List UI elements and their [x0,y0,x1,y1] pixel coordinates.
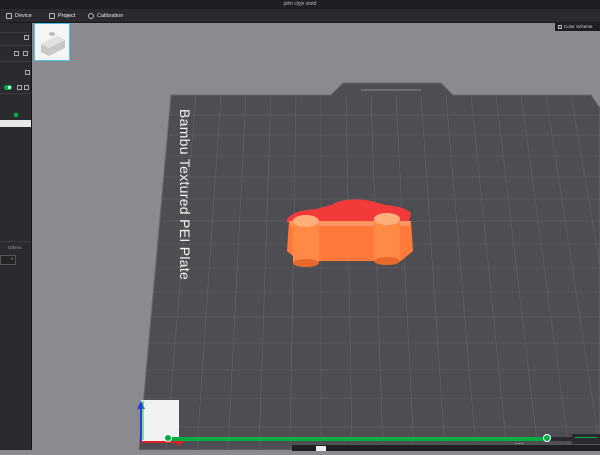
sidebar-divider [0,45,31,46]
left-sidebar: Others 5 [0,23,32,450]
color-scheme-selector[interactable]: Color Scheme [555,22,600,31]
plate-thumbnail[interactable] [34,23,70,61]
plate-label: Bambu Textured PEI Plate [177,109,193,281]
tab-calibration-label: Calibration [97,12,124,19]
layer-readout-panel [572,434,600,444]
printer-icon[interactable] [14,51,19,56]
sidebar-divider [0,32,31,33]
3d-viewport[interactable]: Bambu Textured PEI Plate [31,23,600,451]
plate-preview-icon [41,32,65,56]
selected-filament-row[interactable] [0,120,31,127]
layer-range-slider[interactable] [168,437,548,441]
tab-project-label: Project [58,12,76,19]
layer-slider-start-handle[interactable] [164,434,172,442]
window-title: john clyjn slotd [283,1,317,7]
sidebar-divider [0,61,31,62]
cube-icon [49,12,55,19]
sidebar-divider [0,241,31,242]
others-section-label: Others [8,245,22,250]
layer-slider-end-handle[interactable] [543,434,551,442]
build-plate [138,82,600,451]
close-icon[interactable] [25,70,30,75]
color-scheme-label: Color Scheme [564,24,593,29]
filament-color-swatch[interactable] [14,113,18,117]
palette-icon [558,24,562,29]
build-plate-view [137,82,600,451]
tab-calibration[interactable]: Calibration [88,9,123,22]
tab-device-label: Device [15,12,32,19]
settings-icon[interactable] [24,35,29,40]
calibration-icon [88,12,94,19]
sync-icon[interactable] [17,85,22,90]
title-bar: john clyjn slotd [0,0,600,9]
main-tab-bar: Device Project Calibration [0,9,600,23]
tab-project[interactable]: Project [49,9,75,22]
filament-toggle[interactable] [4,85,12,90]
monitor-icon [6,12,12,19]
gear-icon[interactable] [24,85,29,90]
legend-badge [316,446,326,451]
others-input[interactable]: 5 [0,255,16,265]
tab-device[interactable]: Device [6,9,32,22]
sidebar-divider [0,93,31,94]
wifi-icon[interactable] [23,51,28,56]
